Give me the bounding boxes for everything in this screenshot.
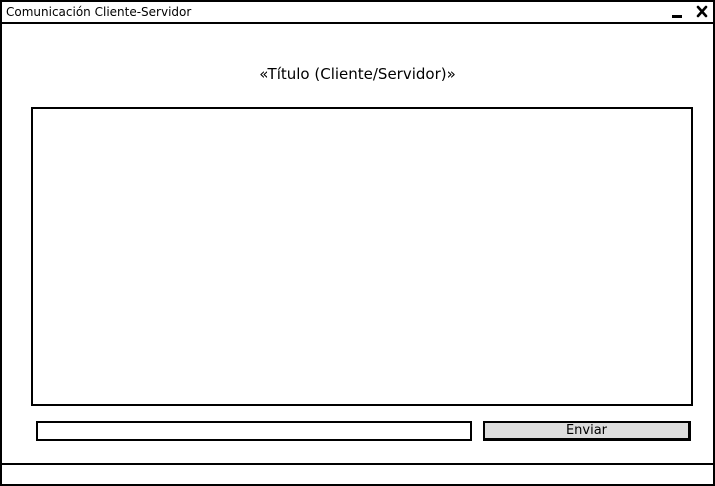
minimize-button[interactable] xyxy=(670,4,684,18)
title-bar[interactable]: Comunicación Cliente-Servidor xyxy=(2,2,713,24)
send-button[interactable]: Enviar xyxy=(483,421,691,441)
status-bar xyxy=(2,463,713,486)
message-history-area[interactable] xyxy=(31,107,693,406)
page-title: «Título (Cliente/Servidor)» xyxy=(259,65,456,83)
app-window: Comunicación Cliente-Servidor «Título (C… xyxy=(0,0,715,486)
minimize-icon xyxy=(672,15,682,18)
close-icon xyxy=(696,5,708,18)
message-input[interactable] xyxy=(36,421,472,441)
window-title: Comunicación Cliente-Servidor xyxy=(6,5,192,19)
close-button[interactable] xyxy=(695,4,709,18)
